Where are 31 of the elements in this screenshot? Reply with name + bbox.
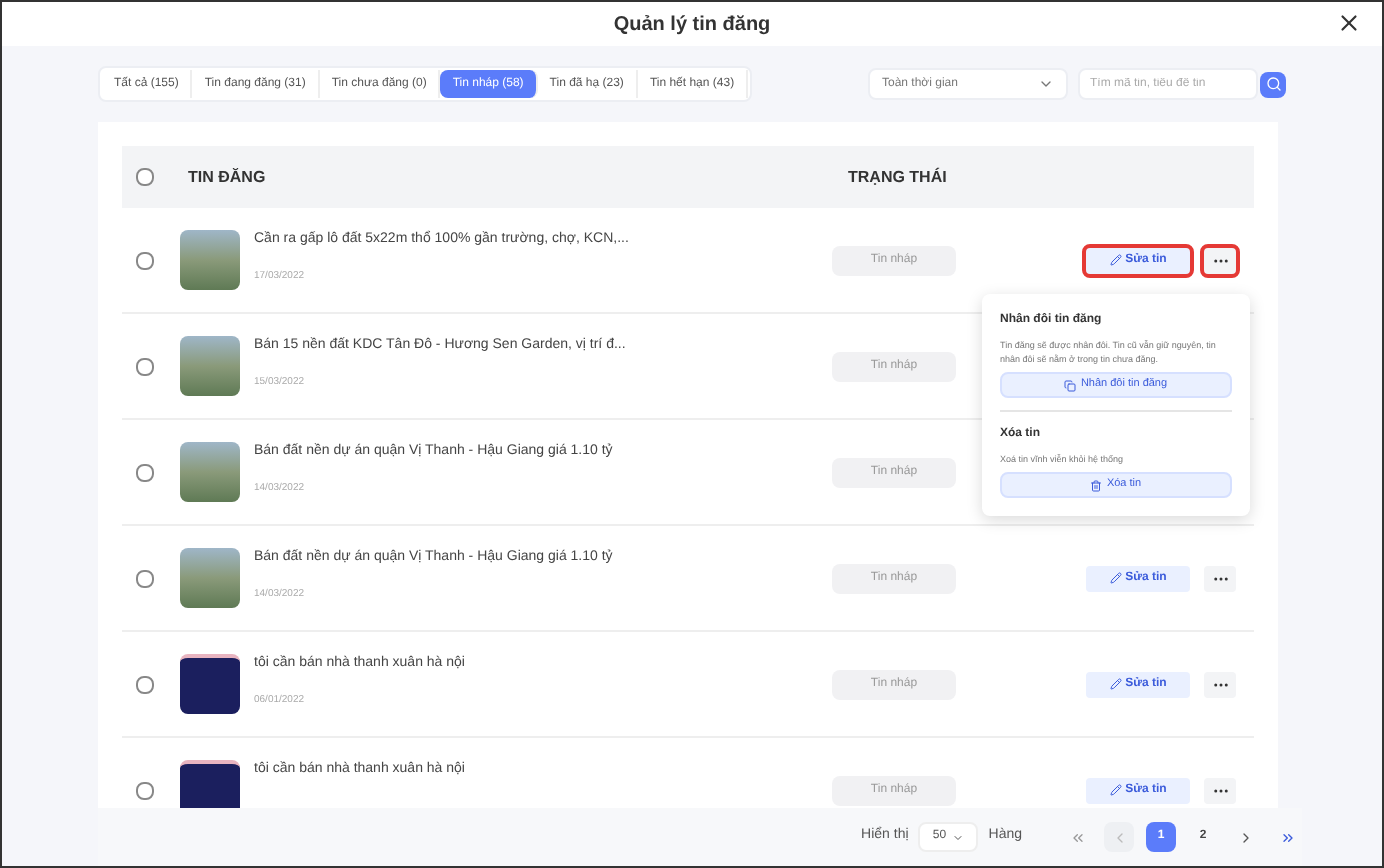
pencil-icon [1109, 784, 1122, 796]
screenshot-thumbnail [180, 654, 240, 714]
photo-placeholder [180, 230, 240, 290]
row-checkbox[interactable] [136, 357, 154, 375]
close-button[interactable] [1336, 10, 1362, 36]
chevron-down-icon [952, 831, 965, 843]
row-checkbox[interactable] [136, 463, 154, 481]
pencil-icon [1109, 254, 1122, 266]
select-all-checkbox[interactable] [136, 168, 154, 186]
chevron-down-icon [1038, 76, 1054, 92]
pencil-icon [1109, 678, 1122, 690]
screenshot-thumbnail [180, 760, 240, 808]
photo-placeholder [180, 442, 240, 502]
photo-placeholder [180, 548, 240, 608]
row-checkbox[interactable] [136, 569, 154, 587]
column-header: TIN ĐĂNG [188, 165, 268, 189]
more-button[interactable] [1200, 243, 1240, 277]
row-checkbox[interactable] [136, 251, 154, 269]
row-checkbox[interactable] [136, 675, 154, 693]
window-title: Quản lý tin đăng [613, 11, 771, 39]
photo-placeholder [180, 336, 240, 396]
close-icon [1336, 10, 1362, 36]
search-button[interactable] [1260, 71, 1286, 97]
last-page-icon [1279, 829, 1295, 845]
pencil-icon [1109, 572, 1122, 584]
column-header: TRẠNG THÁI [848, 165, 947, 189]
trash-icon [1090, 479, 1103, 491]
first-page-icon [1069, 829, 1085, 845]
search-icon [1265, 76, 1281, 92]
copy-icon [1064, 379, 1077, 391]
row-checkbox[interactable] [136, 781, 154, 799]
